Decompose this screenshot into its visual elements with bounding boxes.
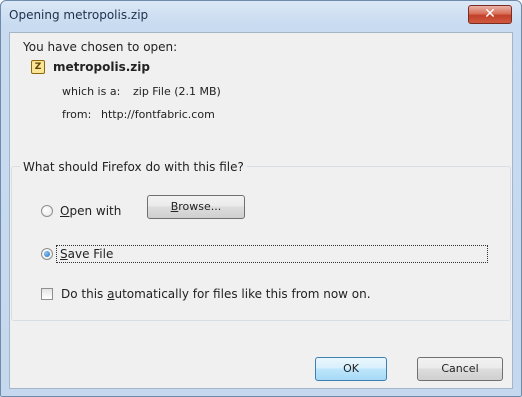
save-file-radio[interactable] [41, 248, 53, 260]
browse-button[interactable]: Browse... [147, 195, 245, 219]
ok-button[interactable]: OK [315, 357, 387, 381]
open-with-label[interactable]: Open with [60, 204, 121, 218]
close-button[interactable]: ✕ [468, 5, 512, 24]
auto-action-checkbox[interactable] [41, 288, 53, 300]
file-source-value: http://fontfabric.com [101, 108, 215, 121]
window-title: Opening metropolis.zip [9, 8, 149, 22]
radio-selected-dot [44, 251, 50, 257]
action-question: What should Firefox do with this file? [20, 160, 247, 174]
file-type-value: zip File (2.1 MB) [133, 85, 221, 98]
save-file-label[interactable]: Save File [60, 247, 113, 261]
file-name: metropolis.zip [53, 60, 150, 74]
close-icon: ✕ [484, 6, 496, 22]
auto-action-label[interactable]: Do this automatically for files like thi… [61, 287, 371, 301]
open-file-dialog: Opening metropolis.zip ✕ You have chosen… [0, 0, 522, 397]
zip-file-icon: Z [31, 60, 45, 74]
file-source-label: from: [62, 108, 92, 121]
file-type-label: which is a: [62, 85, 121, 98]
chosen-to-open-label: You have chosen to open: [23, 40, 178, 54]
save-file-focus-rect [56, 245, 488, 263]
open-with-radio[interactable] [41, 205, 53, 217]
cancel-button[interactable]: Cancel [417, 357, 503, 381]
title-bar[interactable]: Opening metropolis.zip ✕ [1, 1, 521, 31]
